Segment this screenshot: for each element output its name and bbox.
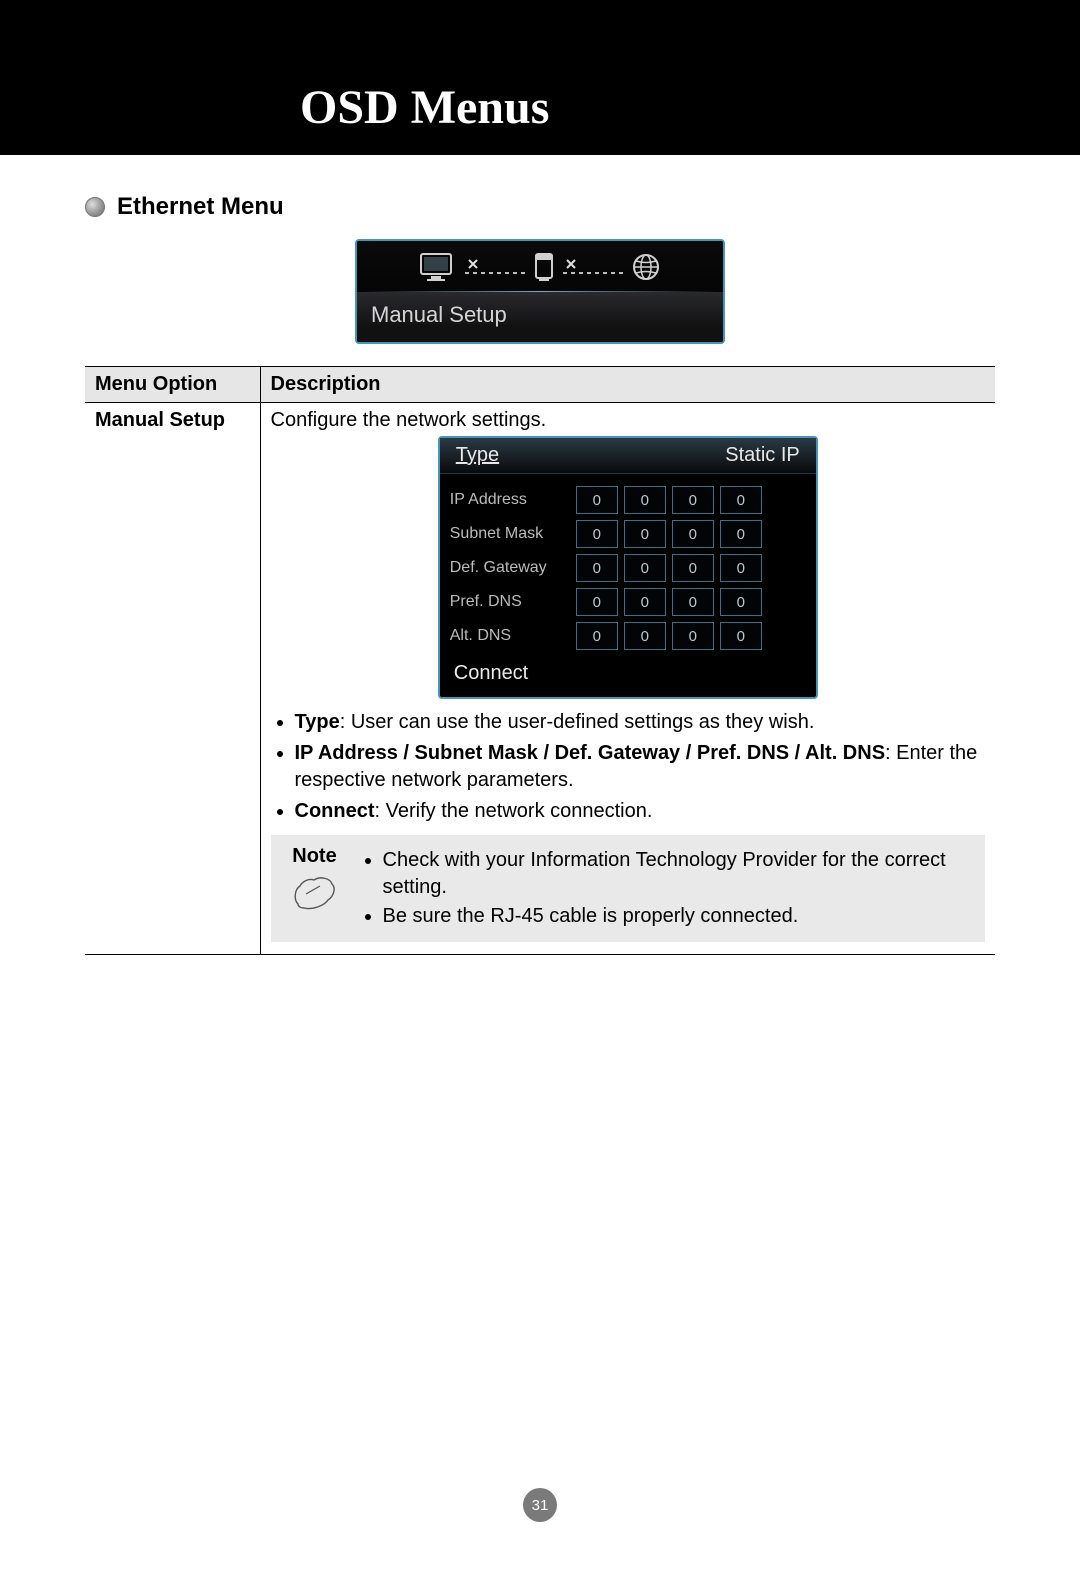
ip-row: Subnet Mask0000 (450, 520, 802, 548)
ip-row: Def. Gateway0000 (450, 554, 802, 582)
x-dotted-icon (563, 257, 623, 277)
ip-row: Alt. DNS0000 (450, 622, 802, 650)
ip-octet-cell: 0 (624, 486, 666, 514)
osd-screenshot-manual-setup: Manual Setup (355, 239, 725, 344)
ip-octet-cell: 0 (576, 520, 618, 548)
ip-octet-cell: 0 (720, 486, 762, 514)
osd-ip-header: Type Static IP (440, 438, 816, 474)
ip-octet-cell: 0 (720, 520, 762, 548)
ip-octet-cell: 0 (672, 588, 714, 616)
osd-ip-type-value: Static IP (725, 444, 799, 467)
ip-row: IP Address0000 (450, 486, 802, 514)
osd-icon-row (357, 241, 723, 291)
server-icon (533, 251, 555, 283)
ip-row-label: Subnet Mask (450, 525, 570, 543)
globe-icon (631, 252, 661, 282)
monitor-icon (419, 251, 457, 283)
page-number-badge: 31 (523, 1488, 557, 1522)
th-option: Menu Option (85, 367, 260, 403)
osd-ip-body: IP Address0000Subnet Mask0000Def. Gatewa… (440, 474, 816, 658)
list-item: Check with your Information Technology P… (383, 847, 974, 901)
ip-octet-cell: 0 (576, 622, 618, 650)
ip-row: Pref. DNS0000 (450, 588, 802, 616)
ip-octet-cell: 0 (672, 554, 714, 582)
osd-ip-connect: Connect (440, 658, 816, 697)
ip-row-label: Pref. DNS (450, 593, 570, 611)
menu-table: Menu Option Description Manual Setup Con… (85, 366, 995, 955)
ip-octet-cell: 0 (576, 554, 618, 582)
content-area: Ethernet Menu (0, 155, 1080, 955)
page-title: OSD Menus (300, 80, 549, 135)
ip-octet-cell: 0 (720, 622, 762, 650)
note-list: Check with your Information Technology P… (361, 845, 974, 932)
ip-octet-cell: 0 (624, 588, 666, 616)
cell-description: Configure the network settings. Type Sta… (260, 403, 995, 955)
note-label: Note (292, 845, 336, 868)
section-title: Ethernet Menu (117, 193, 284, 221)
osd-screenshot-static-ip: Type Static IP IP Address0000Subnet Mask… (438, 436, 818, 699)
ip-octet-cell: 0 (624, 622, 666, 650)
list-item: Type: User can use the user-defined sett… (295, 709, 986, 736)
ip-octet-cell: 0 (624, 554, 666, 582)
ip-octet-cell: 0 (576, 588, 618, 616)
hand-note-icon (290, 872, 340, 914)
note-box: Note Check with your Information Technol… (271, 835, 986, 942)
desc-intro: Configure the network settings. (271, 409, 986, 432)
description-bullets: Type: User can use the user-defined sett… (271, 709, 986, 825)
ip-octet-cell: 0 (624, 520, 666, 548)
ip-row-label: Alt. DNS (450, 627, 570, 645)
bullet-icon (85, 197, 105, 217)
ip-row-label: Def. Gateway (450, 559, 570, 577)
list-item: Connect: Verify the network connection. (295, 798, 986, 825)
ip-octet-cell: 0 (576, 486, 618, 514)
osd-label-manual-setup: Manual Setup (357, 292, 723, 342)
ip-octet-cell: 0 (720, 554, 762, 582)
ip-octet-cell: 0 (720, 588, 762, 616)
header-band: OSD Menus (0, 0, 1080, 155)
x-dotted-icon (465, 257, 525, 277)
section-header: Ethernet Menu (85, 193, 995, 221)
th-description: Description (260, 367, 995, 403)
table-row: Manual Setup Configure the network setti… (85, 403, 995, 955)
ip-octet-cell: 0 (672, 520, 714, 548)
osd-ip-type-label: Type (456, 444, 499, 467)
list-item: IP Address / Subnet Mask / Def. Gateway … (295, 740, 986, 794)
ip-octet-cell: 0 (672, 622, 714, 650)
ip-row-label: IP Address (450, 491, 570, 509)
list-item: Be sure the RJ-45 cable is properly conn… (383, 903, 974, 930)
ip-octet-cell: 0 (672, 486, 714, 514)
cell-option: Manual Setup (85, 403, 260, 955)
